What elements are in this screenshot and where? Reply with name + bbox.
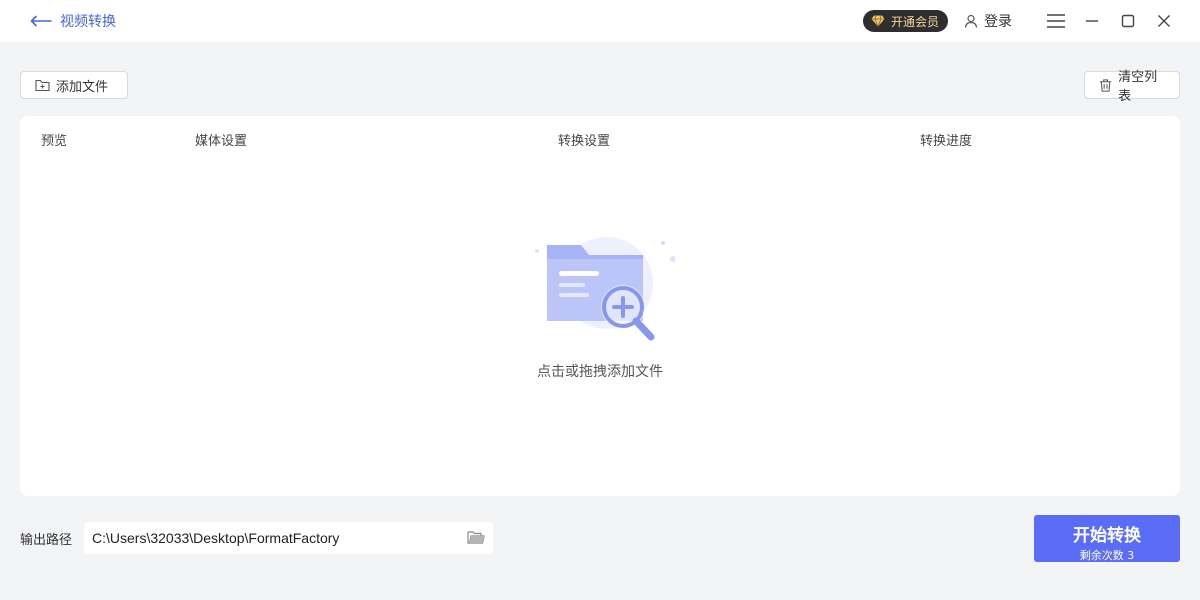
- clear-list-button[interactable]: 清空列表: [1084, 70, 1180, 104]
- drop-zone[interactable]: 点击或拖拽添加文件: [20, 231, 1180, 381]
- folder-search-icon: [535, 237, 675, 341]
- page-title: 视频转换: [60, 14, 116, 30]
- remaining-count: 剩余次数 3: [1079, 549, 1135, 562]
- maximize-button[interactable]: [1110, 0, 1146, 42]
- menu-button[interactable]: [1038, 0, 1074, 42]
- output-path-label: 输出路径: [20, 533, 73, 548]
- vip-button[interactable]: 开通会员: [862, 10, 948, 32]
- close-icon: [1158, 15, 1170, 27]
- output-path-input[interactable]: [84, 522, 493, 554]
- start-convert-label: 开始转换: [1073, 526, 1141, 546]
- diamond-icon: [871, 15, 885, 27]
- file-list-panel: 预览 媒体设置 转换设置 转换进度 点击或拖拽添加文件: [20, 116, 1180, 496]
- browse-folder-button[interactable]: [467, 530, 485, 549]
- login-button[interactable]: 登录: [964, 11, 1012, 31]
- clear-list-label: 清空列表: [1118, 70, 1158, 104]
- minimize-button[interactable]: [1074, 0, 1110, 42]
- back-button[interactable]: 视频转换: [30, 11, 116, 31]
- title-bar: 视频转换 开通会员 登录: [0, 0, 1200, 42]
- column-convert-settings: 转换设置: [558, 134, 611, 149]
- column-media-settings: 媒体设置: [195, 134, 248, 149]
- column-convert-progress: 转换进度: [920, 134, 973, 149]
- column-preview: 预览: [41, 134, 68, 149]
- add-file-label: 添加文件: [56, 79, 109, 95]
- maximize-icon: [1121, 14, 1135, 28]
- add-file-button[interactable]: 添加文件: [20, 71, 128, 99]
- folder-add-icon: [35, 79, 50, 91]
- minimize-icon: [1086, 20, 1098, 22]
- folder-icon: [467, 531, 485, 544]
- login-label: 登录: [984, 14, 1012, 30]
- menu-icon: [1047, 14, 1065, 28]
- user-icon: [964, 14, 978, 28]
- drop-zone-hint: 点击或拖拽添加文件: [537, 364, 663, 380]
- arrow-left-icon: [30, 15, 52, 27]
- trash-icon: [1099, 78, 1112, 92]
- vip-label: 开通会员: [890, 14, 939, 29]
- close-button[interactable]: [1146, 0, 1182, 42]
- start-convert-button[interactable]: 开始转换 剩余次数 3: [1034, 515, 1180, 562]
